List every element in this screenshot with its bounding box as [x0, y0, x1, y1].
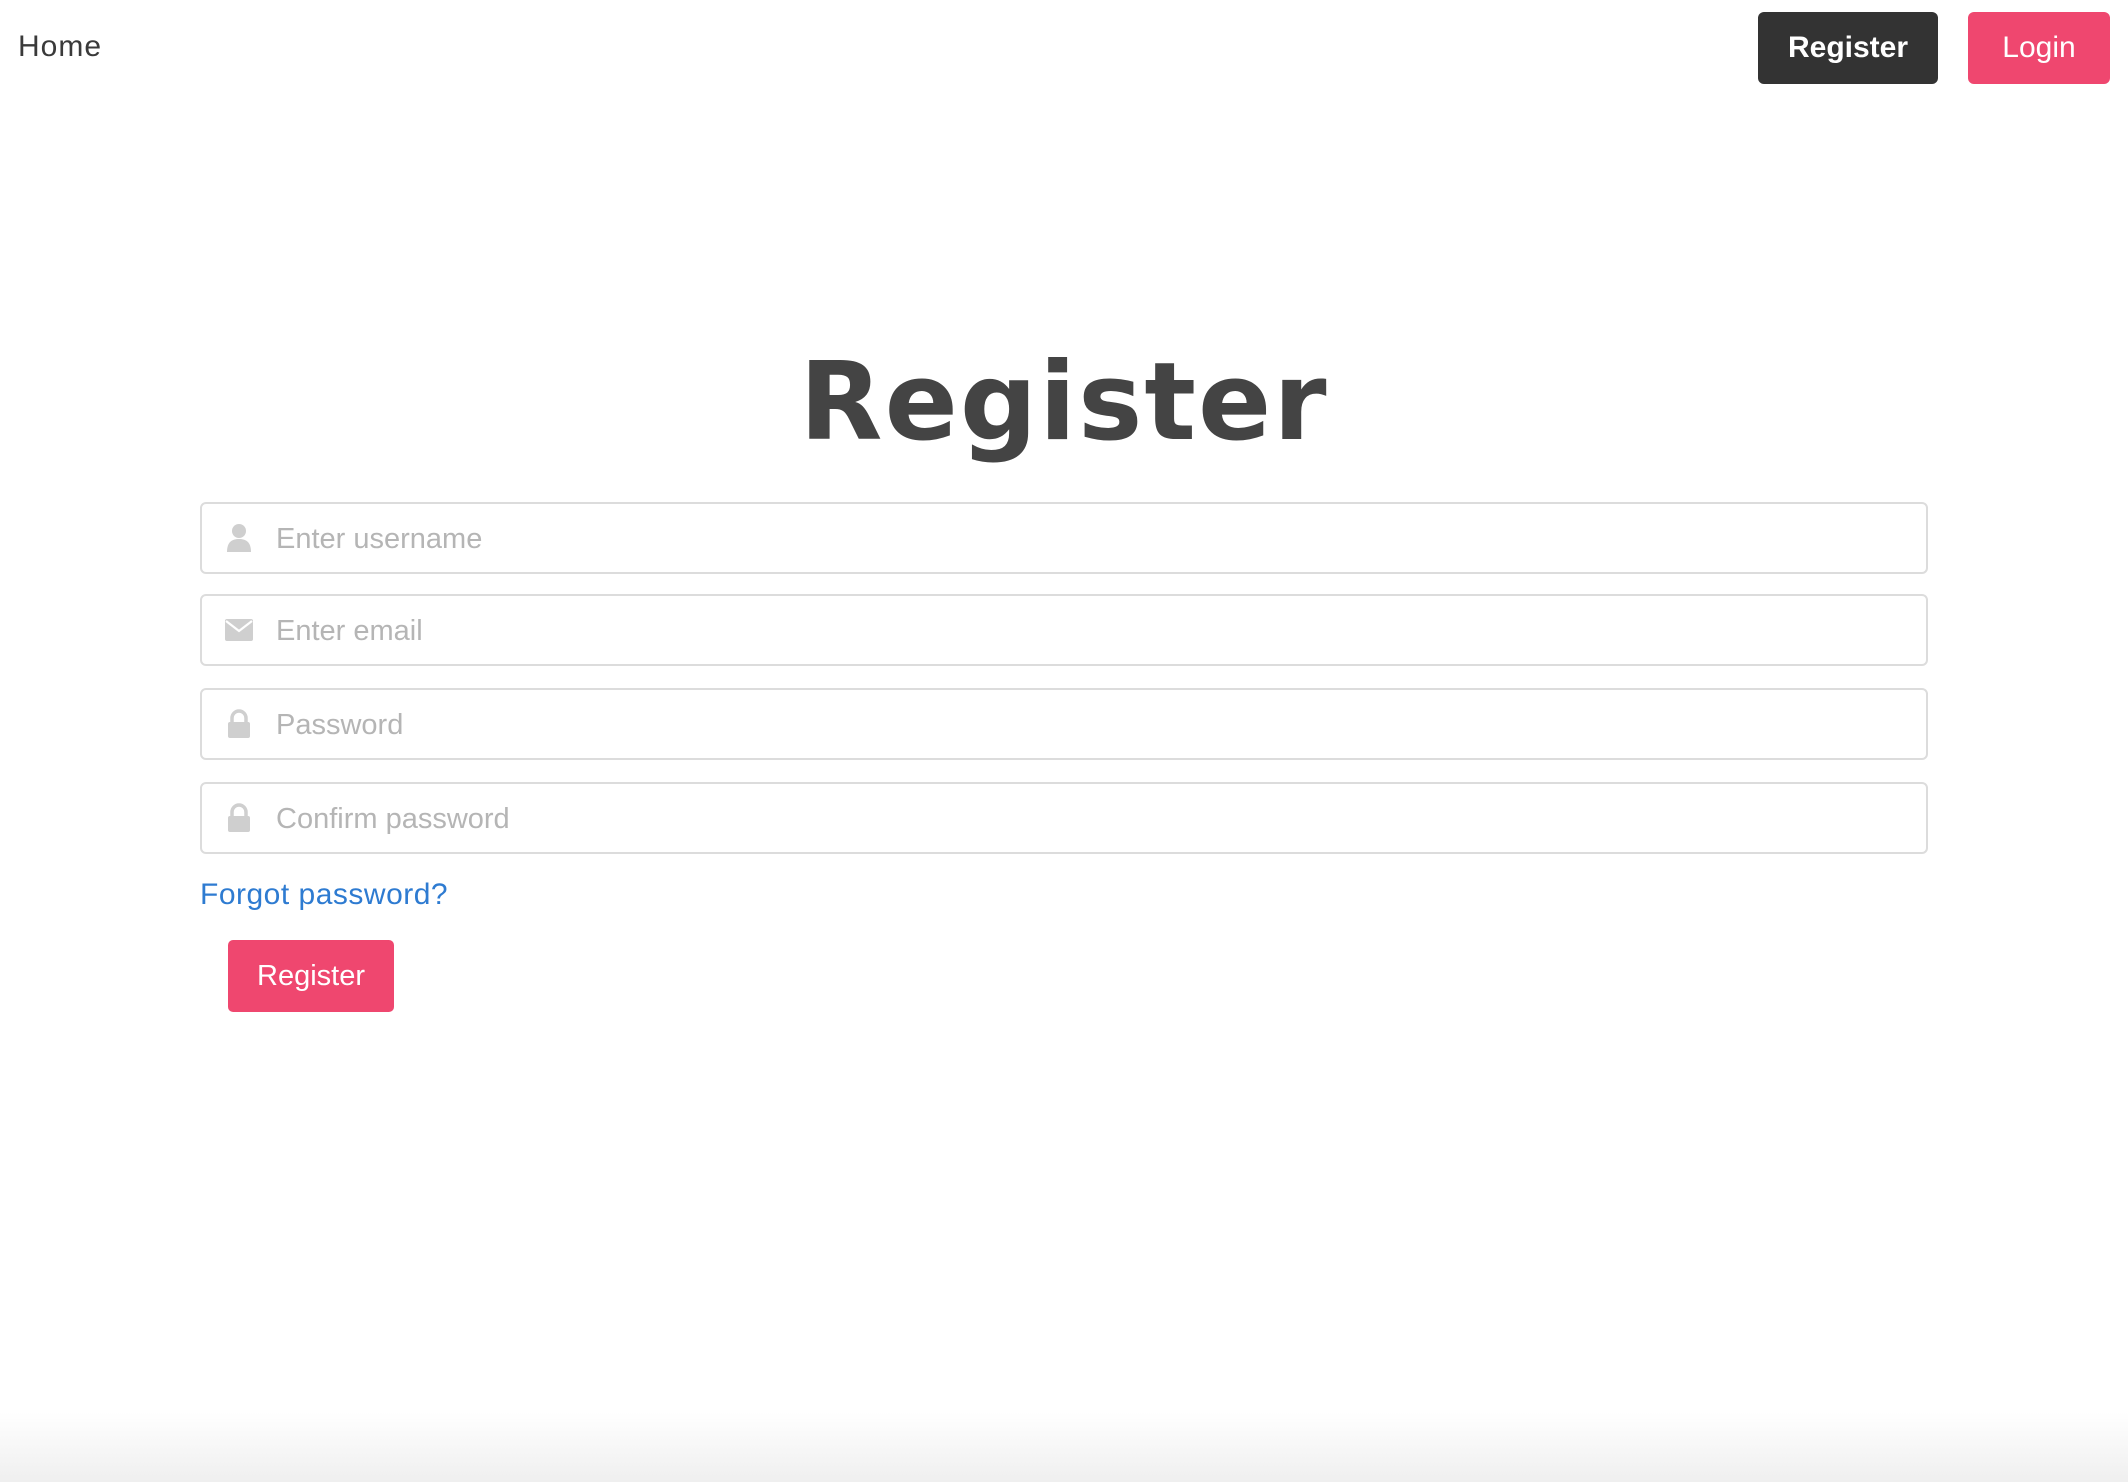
- username-field[interactable]: [200, 502, 1928, 574]
- nav-home-link[interactable]: Home: [18, 30, 102, 64]
- username-input[interactable]: [274, 504, 1914, 574]
- confirm-password-input[interactable]: [274, 784, 1914, 854]
- envelope-icon: [224, 614, 254, 646]
- register-submit-button[interactable]: Register: [228, 940, 394, 1012]
- lock-icon: [224, 802, 254, 834]
- page-title: Register: [799, 340, 1329, 465]
- register-page: Home Register Login Register Enter usern…: [0, 0, 2128, 1482]
- confirm-password-field[interactable]: [200, 782, 1928, 854]
- forgot-password-link[interactable]: Forgot password?: [200, 878, 448, 912]
- password-field[interactable]: [200, 688, 1928, 760]
- nav-login-button[interactable]: Login: [1968, 12, 2110, 84]
- bottom-shadow: [0, 1412, 2128, 1482]
- email-input[interactable]: [274, 596, 1914, 666]
- email-field[interactable]: [200, 594, 1928, 666]
- password-input[interactable]: [274, 690, 1914, 760]
- nav-register-button[interactable]: Register: [1758, 12, 1938, 84]
- user-icon: [224, 522, 254, 554]
- lock-icon: [224, 708, 254, 740]
